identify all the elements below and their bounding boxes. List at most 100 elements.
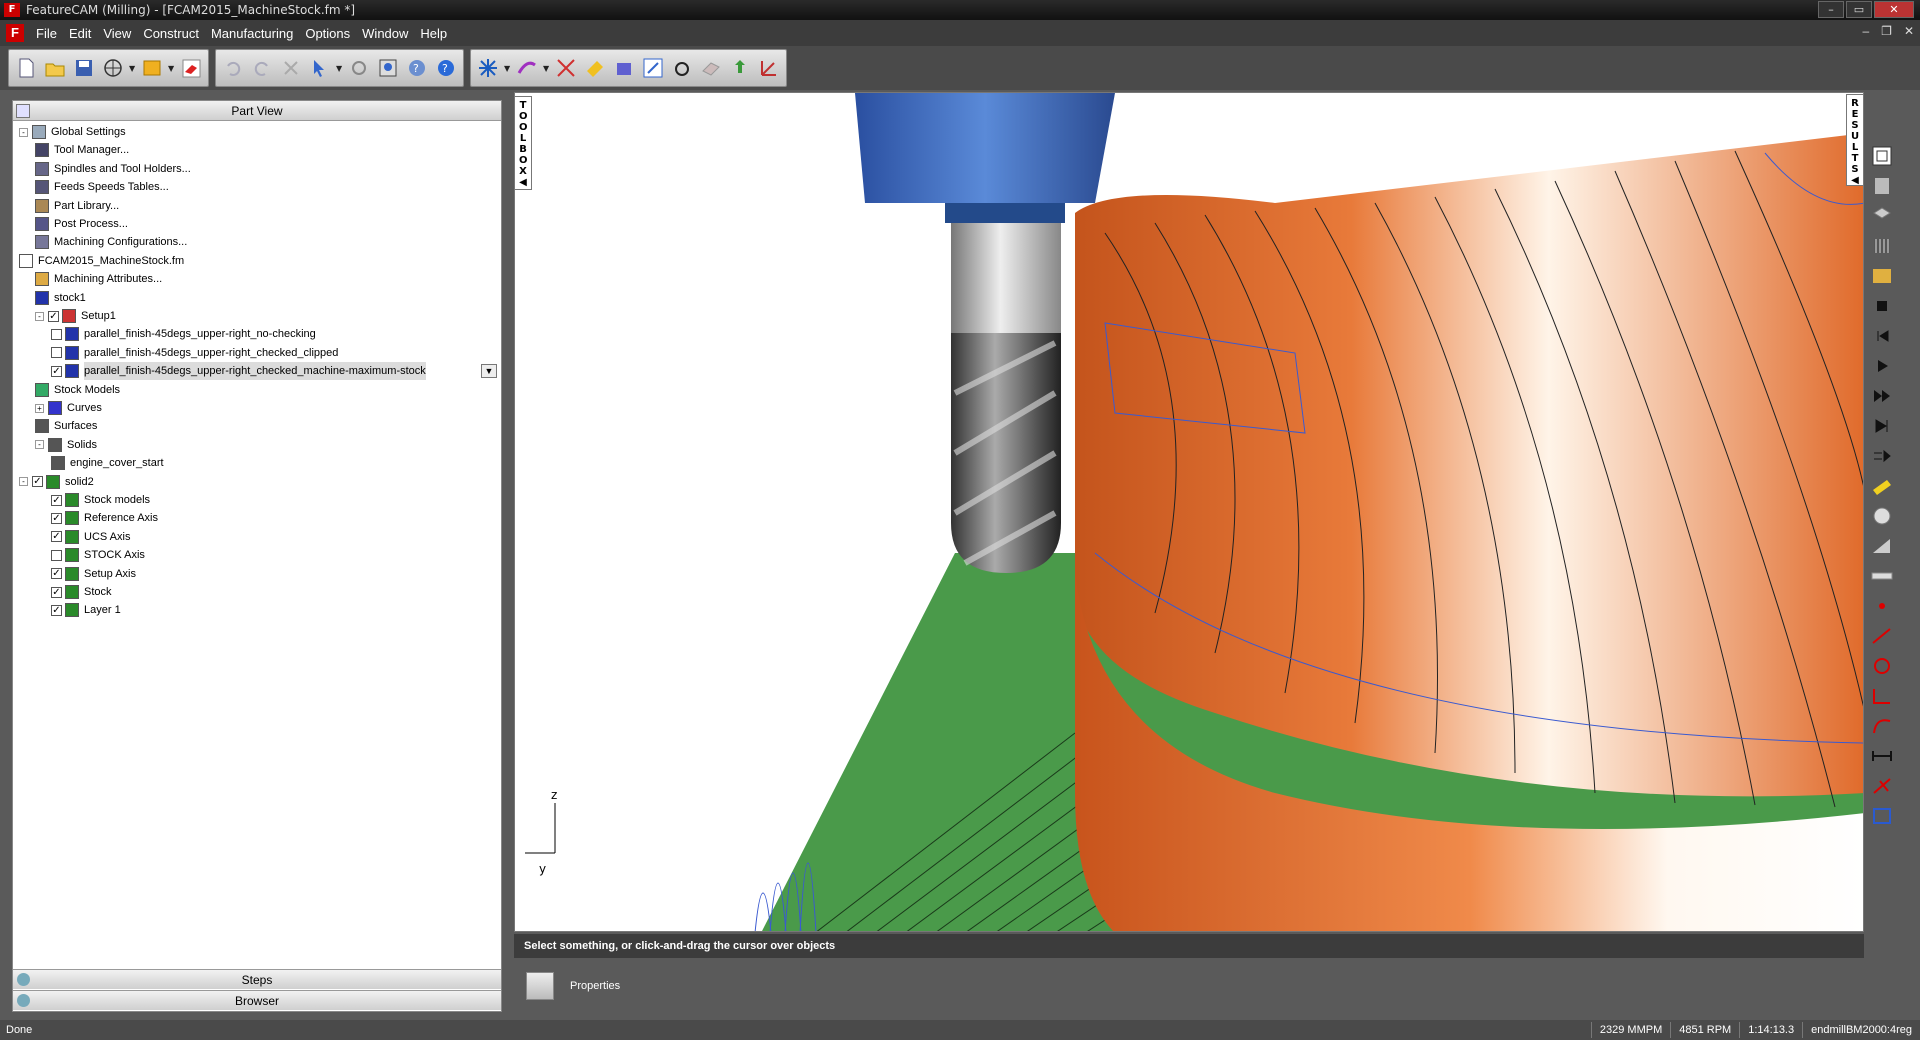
line-icon[interactable] [1867, 622, 1897, 650]
dimension-icon[interactable] [1867, 742, 1897, 770]
tree-item[interactable]: Spindles and Tool Holders... [35, 160, 191, 178]
tree-item[interactable]: ✓ Layer 1 [51, 601, 121, 619]
tree-item[interactable]: - ✓ Setup1 [35, 307, 116, 325]
intersect-icon[interactable] [553, 55, 579, 81]
tree-item[interactable]: ✓ UCS Axis [51, 528, 130, 546]
select-icon[interactable] [307, 55, 333, 81]
tree-item[interactable]: Surfaces [35, 417, 97, 435]
delete-icon[interactable] [278, 55, 304, 81]
3d-simulation-icon[interactable] [1867, 202, 1897, 230]
tree-item[interactable]: - ✓ solid2 [19, 473, 94, 491]
cut-stock-icon[interactable] [582, 55, 608, 81]
step-back-icon[interactable] [1867, 322, 1897, 350]
menu-view[interactable]: View [97, 26, 137, 41]
graphics-viewport[interactable]: z y [514, 92, 1864, 932]
mdi-restore-button[interactable]: ❐ [1881, 24, 1892, 38]
help-icon[interactable]: ? [433, 55, 459, 81]
rotate-icon[interactable] [346, 55, 372, 81]
dimension-icon[interactable] [640, 55, 666, 81]
features-icon[interactable] [475, 55, 501, 81]
tree-item[interactable]: Tool Manager... [35, 141, 129, 159]
app-logo-icon[interactable]: F [6, 24, 24, 42]
surface-icon[interactable] [698, 55, 724, 81]
trim-icon[interactable] [1867, 772, 1897, 800]
visibility-checkbox[interactable]: ✓ [51, 494, 62, 506]
tree-item[interactable]: FCAM2015_MachineStock.fm [19, 252, 184, 270]
close-button[interactable]: ✕ [1874, 1, 1914, 18]
collapse-toggle[interactable]: - [19, 477, 28, 487]
arc-icon[interactable] [1867, 682, 1897, 710]
tool-manager-icon[interactable] [375, 55, 401, 81]
visibility-checkbox[interactable]: ✓ [32, 476, 43, 488]
tree-item[interactable]: + Curves [35, 399, 102, 417]
browser-tab[interactable]: Browser [13, 990, 501, 1010]
toolpath-icon[interactable] [514, 55, 540, 81]
toolbox-tab[interactable]: TOOLBOX ◀ [514, 96, 532, 190]
tree-item[interactable]: ✓ parallel_finish-45degs_upper-right_chec… [51, 362, 426, 381]
tree-item[interactable]: parallel_finish-45degs_upper-right_no-ch… [51, 325, 316, 343]
visibility-checkbox[interactable]: ✓ [51, 604, 62, 616]
spline-icon[interactable] [1867, 712, 1897, 740]
step-options-icon[interactable] [1867, 442, 1897, 470]
tree-item[interactable]: - Global Settings [19, 123, 126, 141]
redo-icon[interactable] [249, 55, 275, 81]
visibility-checkbox[interactable] [51, 347, 62, 359]
chevron-down-icon[interactable]: ▼ [543, 64, 550, 73]
tree-item[interactable]: ✓ Reference Axis [51, 509, 158, 527]
tree-item[interactable]: - Solids [35, 436, 97, 454]
visibility-checkbox[interactable]: ✓ [51, 365, 62, 377]
transform-icon[interactable] [756, 55, 782, 81]
tree-item[interactable]: parallel_finish-45degs_upper-right_check… [51, 344, 338, 362]
tree-item[interactable]: ✓ Stock [51, 583, 112, 601]
visibility-checkbox[interactable]: ✓ [51, 568, 62, 580]
stock-slice-icon[interactable] [1867, 232, 1897, 260]
mdi-close-button[interactable]: ✕ [1904, 24, 1914, 38]
arc-icon[interactable] [669, 55, 695, 81]
tree-item[interactable]: Machining Attributes... [35, 270, 162, 288]
region-icon[interactable] [1867, 802, 1897, 830]
steps-tab[interactable]: Steps [13, 969, 501, 989]
step-forward-icon[interactable] [1867, 412, 1897, 440]
expand-toggle[interactable]: + [35, 403, 44, 413]
tree-item[interactable]: stock1 [35, 289, 86, 307]
menu-construct[interactable]: Construct [137, 26, 205, 41]
menu-edit[interactable]: Edit [63, 26, 97, 41]
open-folder-icon[interactable] [42, 55, 68, 81]
properties-icon[interactable] [526, 972, 554, 1000]
chevron-down-icon[interactable]: ▼ [504, 64, 511, 73]
stop-icon[interactable] [1867, 292, 1897, 320]
visibility-checkbox[interactable]: ✓ [51, 512, 62, 524]
collapse-toggle[interactable]: - [35, 440, 44, 450]
tree-item[interactable]: Feeds Speeds Tables... [35, 178, 169, 196]
fast-forward-icon[interactable] [1867, 382, 1897, 410]
help-context-icon[interactable]: ? [404, 55, 430, 81]
tree-item[interactable]: Stock Models [35, 381, 120, 399]
tree-item[interactable]: engine_cover_start [51, 454, 164, 472]
mdi-minimize-button[interactable]: – [1862, 24, 1869, 38]
results-tab[interactable]: RESULTS ◀ [1846, 94, 1864, 186]
menu-window[interactable]: Window [356, 26, 414, 41]
menu-file[interactable]: File [30, 26, 63, 41]
tree-item[interactable]: STOCK Axis [51, 546, 145, 564]
menu-options[interactable]: Options [299, 26, 356, 41]
view-fit-icon[interactable] [1867, 142, 1897, 170]
shaded-icon[interactable] [1867, 502, 1897, 530]
visibility-checkbox[interactable]: ✓ [51, 586, 62, 598]
eraser-icon[interactable] [178, 55, 204, 81]
tool-path-sim-icon[interactable] [1867, 262, 1897, 290]
circle-icon[interactable] [1867, 652, 1897, 680]
undo-icon[interactable] [220, 55, 246, 81]
tree-item[interactable]: ✓ Setup Axis [51, 565, 136, 583]
chevron-down-icon[interactable]: ▼ [481, 364, 497, 379]
chevron-down-icon[interactable]: ▼ [336, 64, 343, 73]
tree-item[interactable]: Machining Configurations... [35, 233, 187, 251]
collapse-toggle[interactable]: - [19, 127, 28, 137]
maximize-button[interactable]: ▭ [1846, 1, 1872, 18]
play-icon[interactable] [1867, 352, 1897, 380]
chevron-down-icon[interactable]: ▼ [129, 64, 136, 73]
measure-icon[interactable] [1867, 472, 1897, 500]
tree-item[interactable]: ✓ Stock models [51, 491, 150, 509]
visibility-checkbox[interactable] [51, 328, 62, 340]
point-icon[interactable] [1867, 592, 1897, 620]
results-tab-icon[interactable] [1867, 172, 1897, 200]
